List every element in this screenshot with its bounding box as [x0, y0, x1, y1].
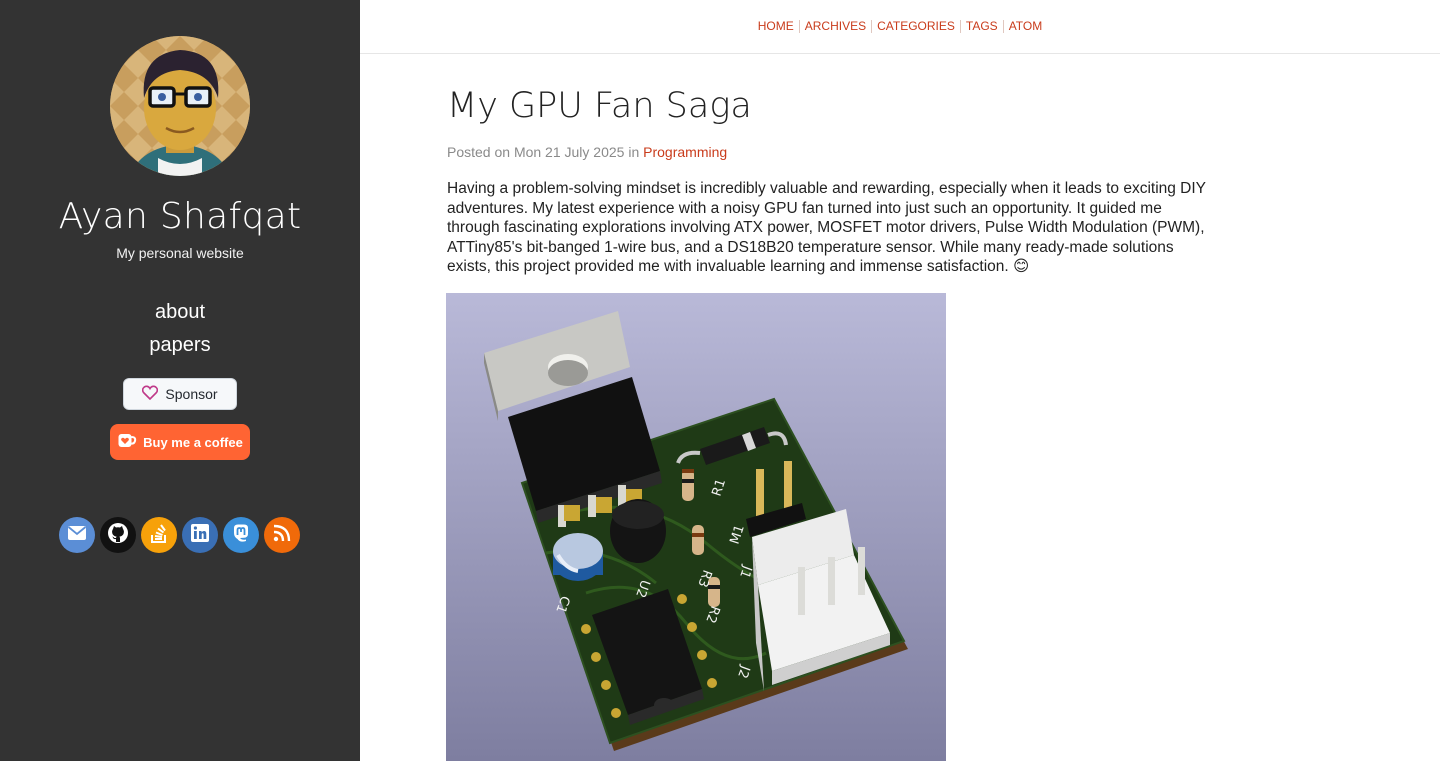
github-icon — [107, 522, 129, 549]
sponsor-label: Sponsor — [165, 386, 218, 402]
sidebar-item-papers: papers — [0, 331, 360, 364]
coffee-label: Buy me a coffee — [143, 434, 243, 450]
sidebar-nav: about papers — [0, 298, 360, 364]
nav-categories[interactable]: CATEGORIES — [871, 20, 960, 33]
sidebar-link-papers[interactable]: papers — [149, 334, 210, 356]
email-icon — [67, 525, 87, 546]
buy-me-a-coffee-button[interactable]: Buy me a coffee — [110, 424, 250, 460]
linkedin-icon — [190, 523, 210, 548]
post-meta: Posted on Mon 21 July 2025 in Programmin… — [447, 144, 727, 160]
rss-link[interactable] — [264, 517, 300, 553]
post-title[interactable]: My GPU Fan Saga — [447, 86, 752, 126]
rss-icon — [273, 524, 291, 547]
post-date: Posted on Mon 21 July 2025 in — [447, 144, 644, 160]
mastodon-link[interactable] — [223, 517, 259, 553]
nav-atom[interactable]: ATOM — [1002, 20, 1048, 33]
nav-archives[interactable]: ARCHIVES — [798, 20, 871, 33]
pcb-render-image: R1 M1 U2 C1 R3 R2 J2 J1 — [446, 293, 946, 761]
top-navigation: HOME ARCHIVES CATEGORIES TAGS ATOM — [360, 0, 1440, 54]
social-links — [59, 517, 303, 553]
heart-icon — [142, 385, 159, 403]
coffee-cup-icon — [117, 432, 137, 453]
github-link[interactable] — [100, 517, 136, 553]
mastodon-icon — [231, 523, 251, 548]
site-title[interactable]: Ayan Shafqat — [0, 196, 360, 237]
sponsor-button[interactable]: Sponsor — [123, 378, 237, 410]
email-link[interactable] — [59, 517, 95, 553]
post-category-link[interactable]: Programming — [643, 144, 727, 160]
stackoverflow-icon — [149, 522, 169, 549]
sidebar: Ayan Shafqat My personal website about p… — [0, 0, 360, 761]
sidebar-link-about[interactable]: about — [155, 301, 205, 323]
linkedin-link[interactable] — [182, 517, 218, 553]
stackoverflow-link[interactable] — [141, 517, 177, 553]
post-body: Having a problem-solving mindset is incr… — [447, 180, 1206, 275]
nav-tags[interactable]: TAGS — [959, 20, 1003, 33]
site-subtitle: My personal website — [116, 245, 244, 261]
sidebar-item-about: about — [0, 298, 360, 331]
avatar[interactable] — [110, 36, 250, 176]
nav-home[interactable]: HOME — [753, 20, 799, 33]
